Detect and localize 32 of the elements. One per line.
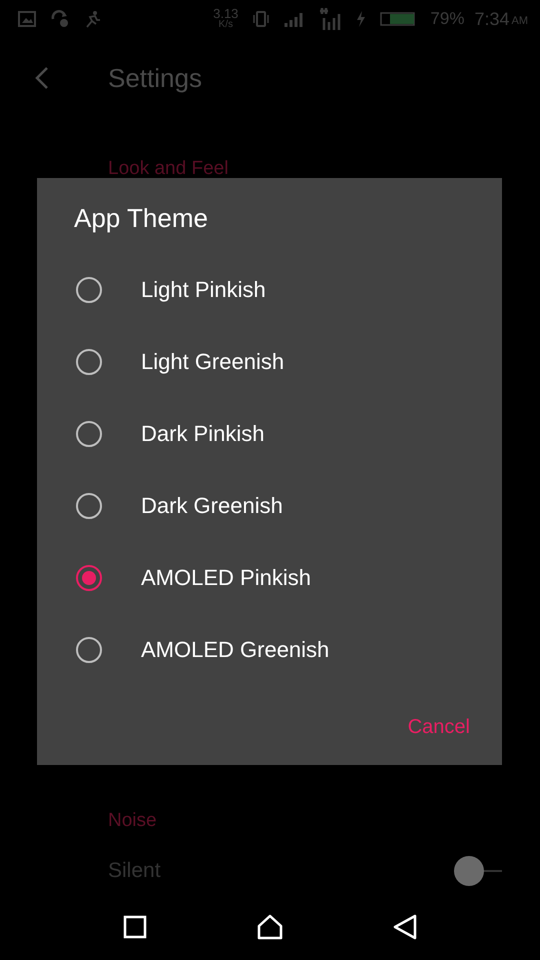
radio-button[interactable]	[76, 637, 102, 663]
theme-option[interactable]: AMOLED Greenish	[141, 637, 330, 663]
theme-option[interactable]: AMOLED Pinkish	[141, 565, 311, 591]
section-header: Look and Feel	[108, 158, 228, 179]
dialog-title: App Theme	[73, 202, 209, 235]
screen-title: Settings	[108, 62, 202, 94]
signal-icon	[318, 8, 342, 30]
speed-unit: K/s	[218, 19, 233, 30]
clock-time: 7:34	[474, 8, 510, 30]
section-header: Noise	[108, 810, 157, 831]
back-icon[interactable]	[393, 914, 417, 940]
battery-percent: 79%	[430, 9, 464, 29]
theme-option[interactable]: Light Greenish	[141, 349, 284, 375]
battery-icon	[380, 11, 416, 27]
running-figure-icon	[84, 10, 102, 28]
charging-icon	[356, 11, 366, 27]
vibrate-icon	[252, 10, 270, 28]
signal-icon	[284, 11, 304, 27]
radio-button[interactable]	[76, 277, 102, 303]
theme-option[interactable]: Light Pinkish	[141, 277, 266, 303]
radio-button[interactable]	[76, 565, 102, 591]
radio-button[interactable]	[76, 349, 102, 375]
sync-icon	[50, 10, 70, 28]
radio-button[interactable]	[76, 421, 102, 447]
speed-value: 3.13	[213, 8, 238, 19]
theme-option[interactable]: Dark Pinkish	[141, 421, 264, 447]
theme-option[interactable]: Dark Greenish	[141, 493, 283, 519]
home-icon[interactable]	[257, 914, 283, 940]
recent-apps-icon[interactable]	[123, 915, 147, 939]
clock-ampm: AM	[512, 15, 528, 27]
image-icon	[18, 11, 36, 27]
radio-button[interactable]	[76, 493, 102, 519]
